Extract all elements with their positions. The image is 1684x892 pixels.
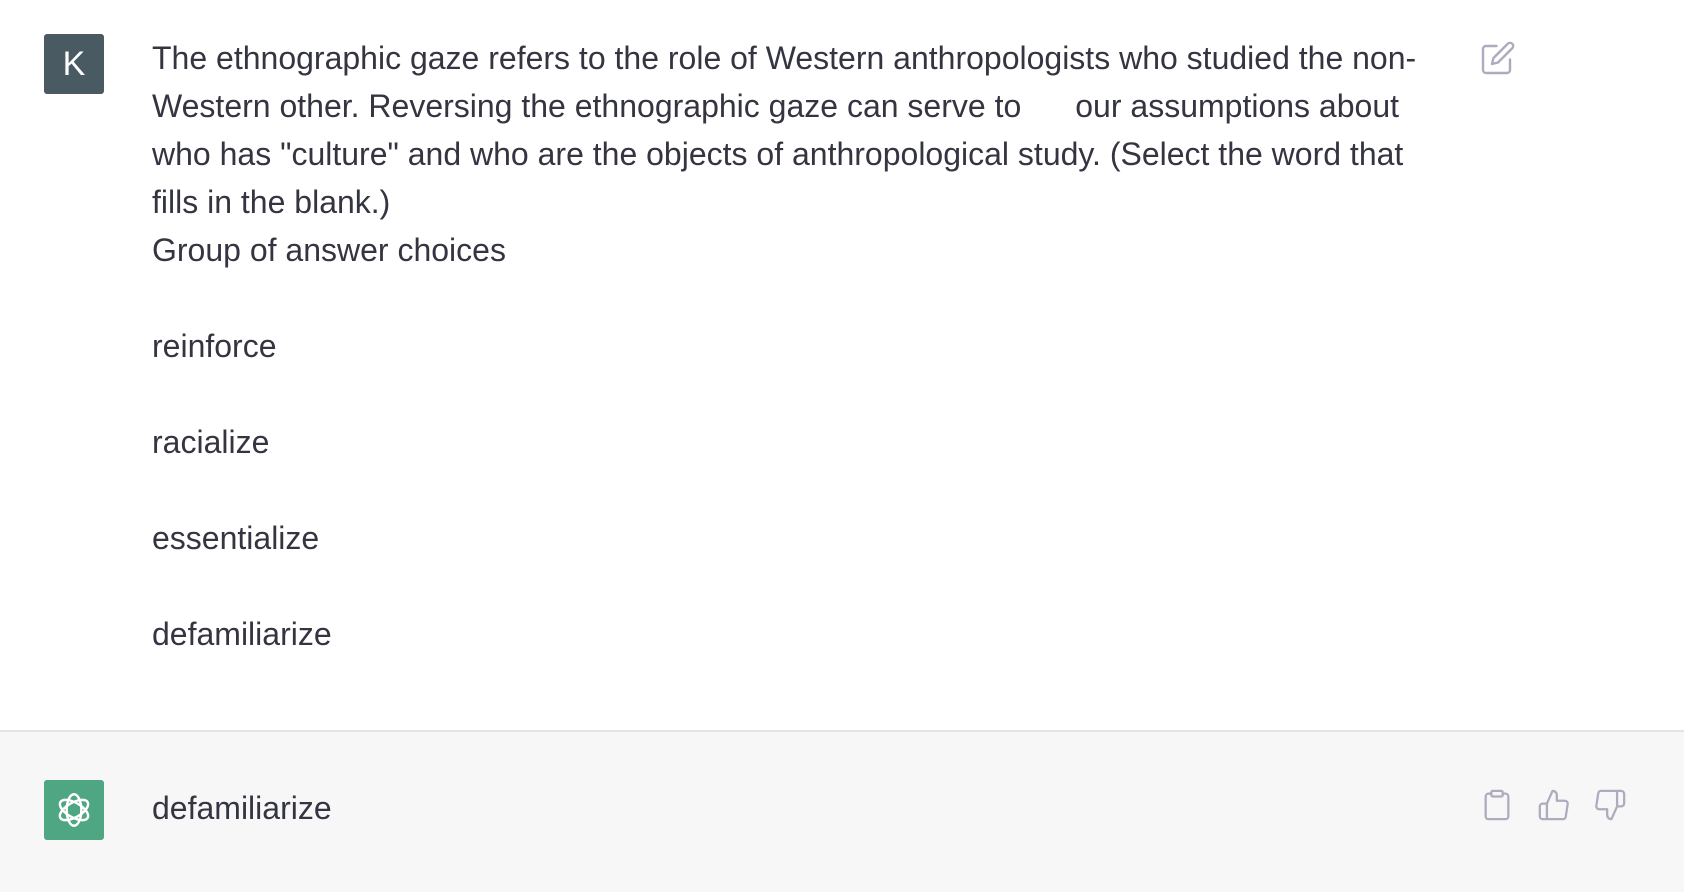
thumbs-up-button[interactable] bbox=[1537, 788, 1571, 822]
user-message-text: The ethnographic gaze refers to the role… bbox=[152, 34, 1452, 658]
edit-message-button[interactable] bbox=[1480, 40, 1516, 76]
choices-heading: Group of answer choices bbox=[152, 232, 506, 268]
assistant-answer: defamiliarize bbox=[152, 790, 332, 826]
user-avatar: K bbox=[44, 34, 104, 94]
assistant-avatar bbox=[44, 780, 104, 840]
user-message-block: K The ethnographic gaze refers to the ro… bbox=[0, 0, 1684, 730]
clipboard-icon bbox=[1484, 789, 1510, 821]
choice-item: defamiliarize bbox=[152, 616, 332, 652]
choice-item: racialize bbox=[152, 424, 270, 460]
assistant-message-block: defamiliarize bbox=[0, 732, 1684, 892]
edit-icon bbox=[1481, 41, 1515, 75]
thumbs-down-button[interactable] bbox=[1593, 788, 1627, 822]
thumbs-down-icon bbox=[1595, 789, 1626, 821]
question-paragraph: The ethnographic gaze refers to the role… bbox=[152, 34, 1452, 226]
openai-logo-icon bbox=[58, 793, 90, 827]
copy-button[interactable] bbox=[1480, 788, 1514, 822]
thumbs-up-icon bbox=[1538, 789, 1569, 821]
choice-item: essentialize bbox=[152, 520, 320, 556]
choice-item: reinforce bbox=[152, 328, 277, 364]
